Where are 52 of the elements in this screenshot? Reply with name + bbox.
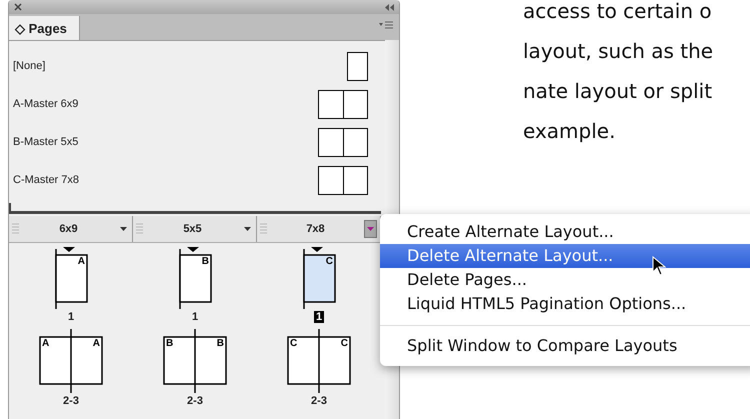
master-spread-thumbnail[interactable] <box>318 128 368 156</box>
body-text-line: example. <box>523 118 616 145</box>
page-number: 1 <box>190 311 200 323</box>
page-number: 2-3 <box>62 395 80 407</box>
spread-thumbnail[interactable] <box>163 329 227 393</box>
page-thumbnail[interactable] <box>177 247 213 309</box>
menu-item[interactable]: Delete Alternate Layout... <box>380 244 750 268</box>
collapse-icon[interactable] <box>385 4 394 10</box>
menu-item[interactable]: Delete Pages... <box>380 268 750 292</box>
master-letter: A <box>78 257 85 267</box>
pages-tab[interactable]: ◇ Pages <box>9 16 80 40</box>
master-page-thumbnail[interactable] <box>347 52 368 80</box>
master-name[interactable]: B-Master 5x5 <box>13 136 78 148</box>
page-thumbnail[interactable] <box>301 247 337 309</box>
panel-menu-icon[interactable] <box>379 21 393 30</box>
master-letter: B <box>216 339 224 349</box>
master-name[interactable]: C-Master 7x8 <box>13 174 80 186</box>
body-text-line: layout, such as the <box>523 38 714 65</box>
master-letter: B <box>166 339 174 349</box>
layout-name: 6x9 <box>58 223 79 235</box>
master-letter: B <box>202 257 209 267</box>
body-text-line: access to certain o <box>523 0 713 25</box>
grip-icon[interactable] <box>12 223 19 235</box>
body-text-line: nate layout or split <box>523 78 714 105</box>
spread-thumbnail[interactable] <box>287 329 351 393</box>
layout-name: 7x8 <box>305 223 326 235</box>
menu-item[interactable]: Liquid HTML5 Pagination Options... <box>380 292 750 316</box>
spread-thumbnail[interactable] <box>39 329 103 393</box>
master-letter: C <box>290 339 298 349</box>
page-number: 1 <box>66 311 76 323</box>
layout-name: 5x5 <box>182 223 203 235</box>
master-name[interactable]: [None] <box>13 60 46 72</box>
caret-icon <box>244 227 251 231</box>
page-number: 1 <box>314 311 324 323</box>
master-letter: C <box>340 339 348 349</box>
master-spread-thumbnail[interactable] <box>318 166 368 194</box>
grip-icon[interactable] <box>136 223 143 235</box>
menu-item[interactable]: Split Window to Compare Layouts <box>380 325 750 358</box>
caret-icon <box>120 227 127 231</box>
master-name[interactable]: A-Master 6x9 <box>13 98 78 110</box>
page-thumbnail[interactable] <box>53 247 89 309</box>
master-spread-thumbnail[interactable] <box>318 90 368 118</box>
caret-icon <box>367 227 374 231</box>
master-letter: A <box>92 339 100 349</box>
master-letter: A <box>42 339 50 349</box>
close-icon[interactable] <box>14 3 22 11</box>
page-number: 2-3 <box>310 395 328 407</box>
page-number: 2-3 <box>186 395 204 407</box>
menu-item[interactable]: Create Alternate Layout... <box>380 220 750 244</box>
master-letter: C <box>326 257 333 267</box>
grip-icon[interactable] <box>260 223 267 235</box>
mouse-pointer-icon <box>652 256 666 276</box>
